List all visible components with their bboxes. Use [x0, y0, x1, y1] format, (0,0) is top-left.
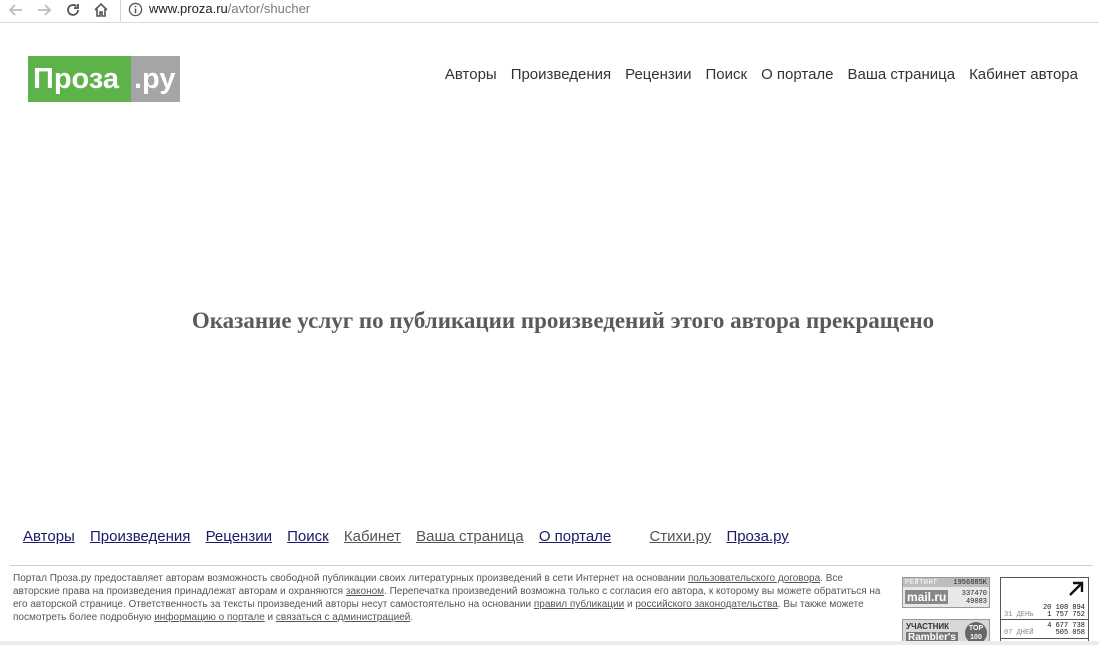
mailru-logo: mail.ru — [905, 590, 949, 604]
mailru-rating-counter[interactable]: РЕЙТИНГ 1956885K mail.ru 337470 49083 — [902, 577, 990, 608]
bottom-nav-about[interactable]: О портале — [539, 528, 611, 545]
reload-icon — [67, 4, 79, 16]
service-terminated-notice: Оказание услуг по публикации произведени… — [191, 308, 935, 333]
counter-label: 31 ДЕНЬ — [1004, 611, 1034, 619]
counter-label: УЧАСТНИК — [906, 622, 950, 631]
counter-value: 337470 — [961, 590, 987, 598]
footer-divider — [10, 565, 1093, 566]
arrow-up-right-icon — [1069, 581, 1084, 596]
bottom-nav-stihi[interactable]: Стихи.ру — [649, 528, 711, 545]
address-bar[interactable]: www.proza.ru/avtor/shucher — [120, 0, 1099, 21]
counter-value: 49083 — [965, 598, 987, 606]
top-nav-authors[interactable]: Авторы — [445, 66, 497, 83]
arrow-right-icon — [38, 4, 52, 16]
url-host: www.proza.ru — [149, 1, 228, 16]
home-button[interactable] — [91, 0, 111, 20]
top-nav-works[interactable]: Произведения — [511, 66, 611, 83]
footer-text-7: . — [410, 612, 414, 623]
footer-disclaimer: Портал Проза.ру предоставляет авторам во… — [13, 572, 888, 624]
badge-top-text: TOP — [968, 625, 984, 632]
counter-divider — [1001, 638, 1088, 639]
viewport-bottom-edge — [0, 641, 1099, 645]
user-agreement-link[interactable]: пользовательского договора — [688, 573, 820, 584]
counter-divider — [1001, 619, 1088, 620]
bottom-nav-reviews[interactable]: Рецензии — [206, 528, 272, 545]
counter-value: 1 757 752 — [1047, 611, 1085, 619]
bottom-nav-cabinet[interactable]: Кабинет — [344, 528, 401, 545]
contact-admin-link[interactable]: связаться с администрацией — [276, 612, 410, 623]
top-nav-search[interactable]: Поиск — [705, 66, 747, 83]
top-navigation: Авторы Произведения Рецензии Поиск О пор… — [431, 66, 1078, 83]
back-button[interactable] — [6, 0, 26, 20]
logo-part-domain: .ру — [131, 56, 180, 102]
top-nav-about[interactable]: О портале — [761, 66, 833, 83]
bottom-nav-proza[interactable]: Проза.ру — [726, 528, 788, 545]
browser-toolbar: www.proza.ru/avtor/shucher — [0, 0, 1099, 23]
bottom-nav-search[interactable]: Поиск — [287, 528, 329, 545]
home-icon — [94, 2, 108, 17]
bottom-nav-works[interactable]: Произведения — [90, 528, 190, 545]
liveinternet-counter[interactable]: 20 108 894 31 ДЕНЬ 1 757 752 4 677 738 0… — [1000, 577, 1089, 645]
top-nav-reviews[interactable]: Рецензии — [625, 66, 691, 83]
footer-text-4: и — [624, 599, 636, 610]
top-nav-author-cabinet[interactable]: Кабинет автора — [969, 66, 1078, 83]
law-link[interactable]: законом — [346, 586, 384, 597]
forward-button[interactable] — [34, 0, 54, 20]
counter-value: 505 058 — [1055, 629, 1085, 637]
url-path: /avtor/shucher — [227, 1, 311, 16]
counter-label: РЕЙТИНГ — [905, 579, 938, 587]
counter-value: 1956885K — [953, 579, 987, 587]
bottom-nav-authors[interactable]: Авторы — [23, 528, 75, 545]
footer-text-6: и — [264, 612, 276, 623]
bottom-navigation: Авторы Произведения Рецензии Поиск Кабин… — [23, 528, 800, 545]
bottom-nav-your-page[interactable]: Ваша страница — [416, 528, 524, 545]
logo-part-main: Проза — [28, 56, 131, 102]
footer-text-1: Портал Проза.ру предоставляет авторам во… — [13, 573, 688, 584]
site-logo[interactable]: Проза .ру — [28, 56, 180, 102]
info-icon[interactable] — [128, 2, 143, 17]
url-text[interactable]: www.proza.ru/avtor/shucher — [149, 1, 310, 16]
top-nav-your-page[interactable]: Ваша страница — [848, 66, 956, 83]
counter-label: 07 ДНЕЙ — [1004, 629, 1034, 637]
reload-button[interactable] — [63, 0, 83, 20]
publication-rules-link[interactable]: правил публикации — [534, 599, 624, 610]
arrow-left-icon — [8, 4, 22, 16]
portal-info-link[interactable]: информацию о портале — [154, 612, 265, 623]
russian-law-link[interactable]: российского законодательства — [635, 599, 777, 610]
